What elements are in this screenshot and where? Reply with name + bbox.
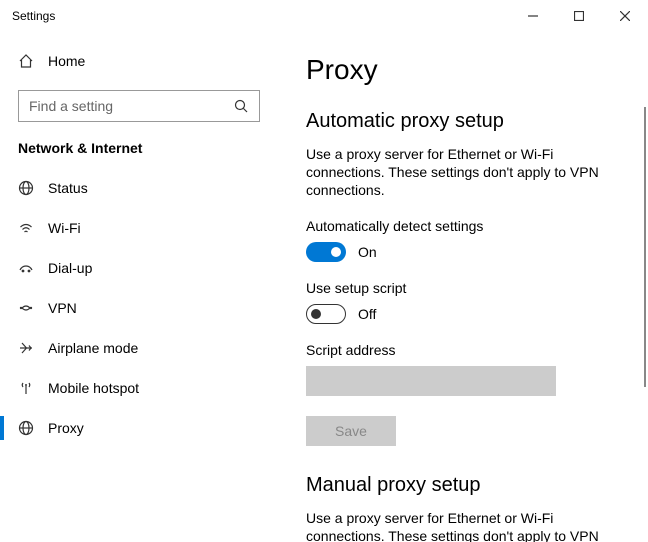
hotspot-icon — [18, 380, 34, 396]
nav-label: Wi-Fi — [48, 220, 81, 236]
script-address-input[interactable] — [306, 366, 556, 396]
manual-section-desc: Use a proxy server for Ethernet or Wi-Fi… — [306, 509, 626, 542]
airplane-icon — [18, 340, 34, 356]
wifi-icon — [18, 220, 34, 236]
window-title: Settings — [12, 9, 55, 23]
home-label: Home — [48, 53, 85, 69]
page-title: Proxy — [306, 54, 636, 86]
manual-section-title: Manual proxy setup — [306, 474, 636, 497]
script-label: Use setup script — [306, 280, 636, 296]
category-header: Network & Internet — [0, 140, 278, 168]
titlebar: Settings — [0, 0, 648, 32]
script-toggle[interactable] — [306, 304, 346, 324]
auto-section-desc: Use a proxy server for Ethernet or Wi-Fi… — [306, 145, 626, 200]
search-box[interactable] — [18, 90, 260, 122]
nav-label: Dial-up — [48, 260, 92, 276]
scrollbar[interactable] — [644, 107, 646, 387]
save-button[interactable]: Save — [306, 416, 396, 446]
sidebar-item-vpn[interactable]: VPN — [0, 288, 278, 328]
content-area: Proxy Automatic proxy setup Use a proxy … — [278, 32, 648, 542]
sidebar-item-proxy[interactable]: Proxy — [0, 408, 278, 448]
script-state: Off — [358, 306, 376, 322]
vpn-icon — [18, 300, 34, 316]
address-label: Script address — [306, 342, 636, 358]
sidebar-item-airplane[interactable]: Airplane mode — [0, 328, 278, 368]
sidebar: Home Network & Internet Status Wi-Fi Dia… — [0, 32, 278, 542]
close-button[interactable] — [602, 0, 648, 32]
home-nav[interactable]: Home — [0, 42, 278, 80]
nav-label: Status — [48, 180, 88, 196]
globe-icon — [18, 180, 34, 196]
sidebar-item-hotspot[interactable]: Mobile hotspot — [0, 368, 278, 408]
sidebar-item-dialup[interactable]: Dial-up — [0, 248, 278, 288]
maximize-button[interactable] — [556, 0, 602, 32]
nav-label: Airplane mode — [48, 340, 138, 356]
detect-label: Automatically detect settings — [306, 218, 636, 234]
nav-label: VPN — [48, 300, 77, 316]
sidebar-item-status[interactable]: Status — [0, 168, 278, 208]
nav-label: Mobile hotspot — [48, 380, 139, 396]
home-icon — [18, 53, 34, 69]
search-input[interactable] — [29, 98, 229, 114]
proxy-icon — [18, 420, 34, 436]
detect-toggle[interactable] — [306, 242, 346, 262]
window-controls — [510, 0, 648, 32]
detect-state: On — [358, 244, 377, 260]
sidebar-item-wifi[interactable]: Wi-Fi — [0, 208, 278, 248]
dialup-icon — [18, 260, 34, 276]
nav-label: Proxy — [48, 420, 84, 436]
search-icon — [233, 98, 249, 114]
minimize-button[interactable] — [510, 0, 556, 32]
auto-section-title: Automatic proxy setup — [306, 110, 636, 133]
